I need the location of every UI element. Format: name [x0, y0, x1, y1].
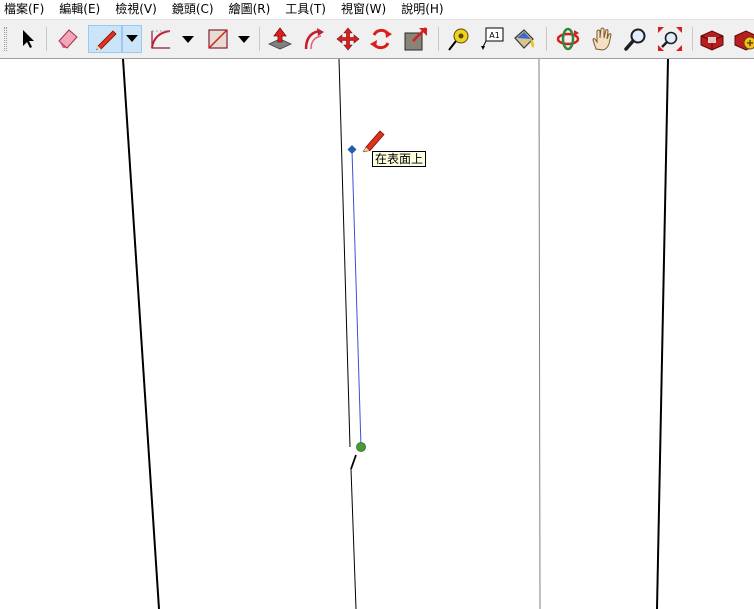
model-edge [656, 59, 669, 609]
model-edge [538, 59, 541, 609]
warehouse-tool-button[interactable] [698, 25, 726, 53]
orbit-icon [556, 27, 580, 51]
pan-hand-icon [592, 27, 612, 51]
select-arrow-icon [23, 30, 34, 48]
menu-file[interactable]: 檔案(F) [4, 0, 44, 19]
pan-tool-button[interactable] [588, 25, 616, 53]
warehouse-icon [700, 30, 724, 51]
toolbar-separator [259, 27, 260, 51]
zoom-icon [624, 28, 646, 51]
menu-view[interactable]: 檢視(V) [115, 0, 157, 19]
text-label-icon: A1 [481, 27, 504, 50]
toolbar-separator [46, 27, 47, 51]
endpoint-marker [356, 442, 366, 452]
scale-icon [404, 27, 427, 51]
pencil-dropdown-button[interactable] [122, 25, 142, 53]
sketchup-window: 檔案(F) 編輯(E) 檢視(V) 鏡頭(C) 繪圖(R) 工具(T) 視窗(W… [0, 0, 754, 609]
drawn-segment [350, 454, 357, 470]
zoom-extents-tool-button[interactable] [656, 25, 684, 53]
inference-tooltip: 在表面上 [372, 151, 427, 167]
move-icon [336, 27, 360, 51]
rectangle-dropdown-button[interactable] [236, 25, 252, 53]
push-pull-tool-button[interactable] [266, 25, 294, 53]
menu-help[interactable]: 說明(H) [401, 0, 443, 19]
text-label-icon-caption: A1 [489, 31, 500, 40]
zoom-tool-button[interactable] [622, 25, 650, 53]
arc-tool-button[interactable] [148, 25, 176, 53]
toolbar-separator [438, 27, 439, 51]
chevron-down-icon [238, 36, 250, 43]
tape-measure-icon [448, 28, 469, 51]
extension-warehouse-tool-button[interactable] [732, 25, 754, 53]
rotate-tool-button[interactable] [367, 25, 395, 53]
drawing-viewport[interactable]: 在表面上 [0, 59, 754, 609]
start-point-marker [347, 145, 357, 154]
toolbar: A1 [0, 19, 754, 59]
eraser-icon [58, 29, 78, 49]
move-tool-button[interactable] [334, 25, 362, 53]
push-pull-icon [268, 27, 292, 50]
extension-warehouse-icon [734, 30, 754, 51]
menu-edit[interactable]: 編輯(E) [59, 0, 100, 19]
menu-draw[interactable]: 繪圖(R) [229, 0, 271, 19]
arc-icon [151, 30, 171, 49]
tape-measure-tool-button[interactable] [444, 25, 472, 53]
toolbar-separator [546, 27, 547, 51]
model-edge [338, 59, 351, 448]
text-tool-button[interactable]: A1 [478, 25, 506, 53]
zoom-extents-icon [658, 27, 682, 51]
rectangle-tool-button[interactable] [204, 25, 232, 53]
chevron-down-icon [182, 36, 194, 43]
pencil-cursor-icon [362, 130, 385, 153]
select-tool-button[interactable] [14, 25, 42, 53]
orbit-tool-button[interactable] [554, 25, 582, 53]
toolbar-grip[interactable] [4, 27, 7, 51]
toolbar-separator [692, 27, 693, 51]
paint-bucket-tool-button[interactable] [510, 25, 538, 53]
follow-me-tool-button[interactable] [300, 25, 328, 53]
model-canvas[interactable] [0, 59, 754, 609]
scale-tool-button[interactable] [402, 25, 430, 53]
pencil-tool-button[interactable] [88, 25, 122, 53]
model-edge [122, 59, 160, 609]
rotate-icon [370, 28, 392, 50]
model-edge [350, 468, 357, 609]
eraser-tool-button[interactable] [54, 25, 82, 53]
menu-bar: 檔案(F) 編輯(E) 檢視(V) 鏡頭(C) 繪圖(R) 工具(T) 視窗(W… [0, 0, 754, 19]
menu-window[interactable]: 視窗(W) [341, 0, 386, 19]
rectangle-icon [208, 29, 228, 49]
menu-tools[interactable]: 工具(T) [285, 0, 326, 19]
pencil-icon [96, 30, 117, 50]
paint-bucket-icon [514, 29, 535, 49]
chevron-down-icon [126, 35, 138, 42]
inference-line [351, 149, 362, 448]
arc-dropdown-button[interactable] [180, 25, 196, 53]
follow-me-icon [304, 28, 324, 50]
menu-camera[interactable]: 鏡頭(C) [172, 0, 214, 19]
